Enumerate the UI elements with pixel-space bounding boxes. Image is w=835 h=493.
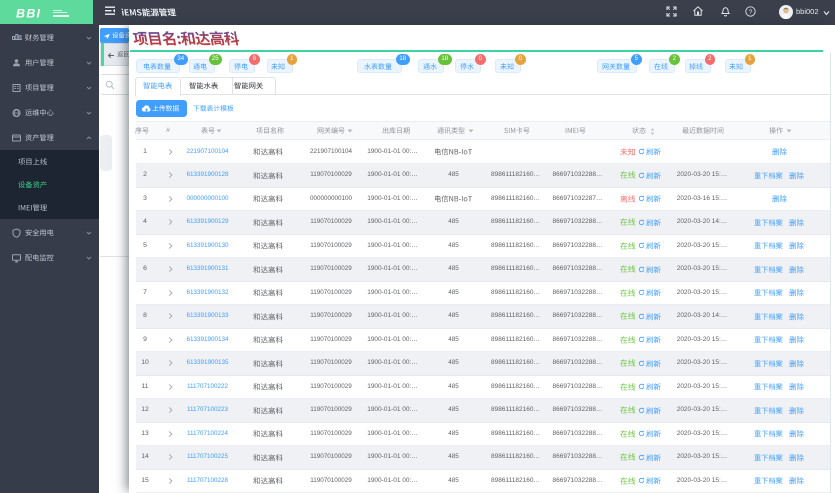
svg-text:?: ?	[748, 8, 752, 15]
